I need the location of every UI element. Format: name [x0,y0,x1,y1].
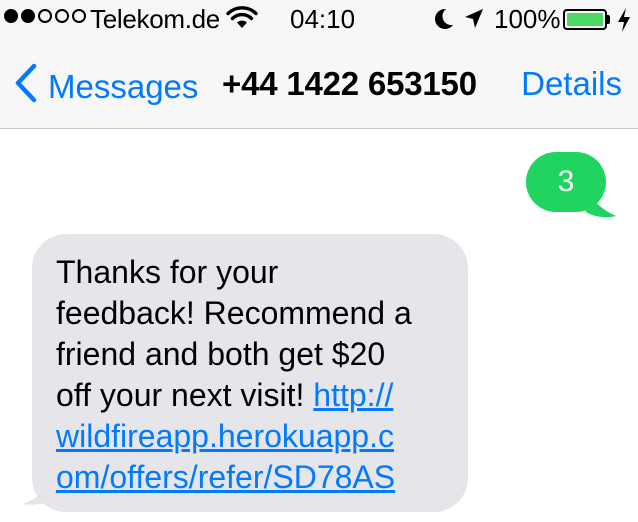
incoming-message-bubble[interactable]: Thanks for your feedback! Recommend a fr… [32,234,468,512]
wifi-icon [226,6,258,37]
message-line: off your next visit! http:// [56,375,448,416]
message-text: 3 [557,165,575,198]
signal-dot [38,9,52,23]
battery-level-fill [567,13,603,26]
navigation-bar: Messages +44 1422 653150 Details [0,40,638,128]
charging-bolt-icon [616,7,632,40]
carrier-name: Telekom.de [90,4,220,34]
message-line: friend and both get $20 [56,336,386,372]
battery-percentage: 100% [494,4,561,34]
signal-dot [4,9,18,23]
outgoing-bubble-tail [586,190,622,227]
referral-link[interactable]: http:// [313,377,393,413]
message-line: Thanks for your [56,254,279,290]
battery-icon [563,9,607,30]
back-button-label: Messages [48,68,199,105]
header: Telekom.de 04:10 100% Messages +44 1422 … [0,0,638,129]
signal-dot [55,9,69,23]
chevron-left-icon [14,63,38,111]
status-bar: Telekom.de 04:10 100% [0,0,638,40]
message-line: feedback! Recommend a [56,295,412,331]
clock-time: 04:10 [290,4,356,34]
message-text: off your next visit! [56,377,314,413]
signal-dot [72,9,86,23]
conversation-title: +44 1422 653150 [222,65,477,102]
moon-icon [433,7,455,38]
referral-link[interactable]: om/offers/refer/SD78AS [56,457,448,498]
back-to-messages-button[interactable]: Messages [14,63,198,111]
referral-link[interactable]: wildfireapp.herokuapp.c [56,416,448,457]
battery-terminal [607,15,610,24]
messages-conversation-screen: Telekom.de 04:10 100% Messages +44 1422 … [0,0,638,522]
location-arrow-icon [463,7,485,38]
signal-strength-icon [4,9,86,23]
details-button[interactable]: Details [521,65,622,103]
signal-dot [21,9,35,23]
